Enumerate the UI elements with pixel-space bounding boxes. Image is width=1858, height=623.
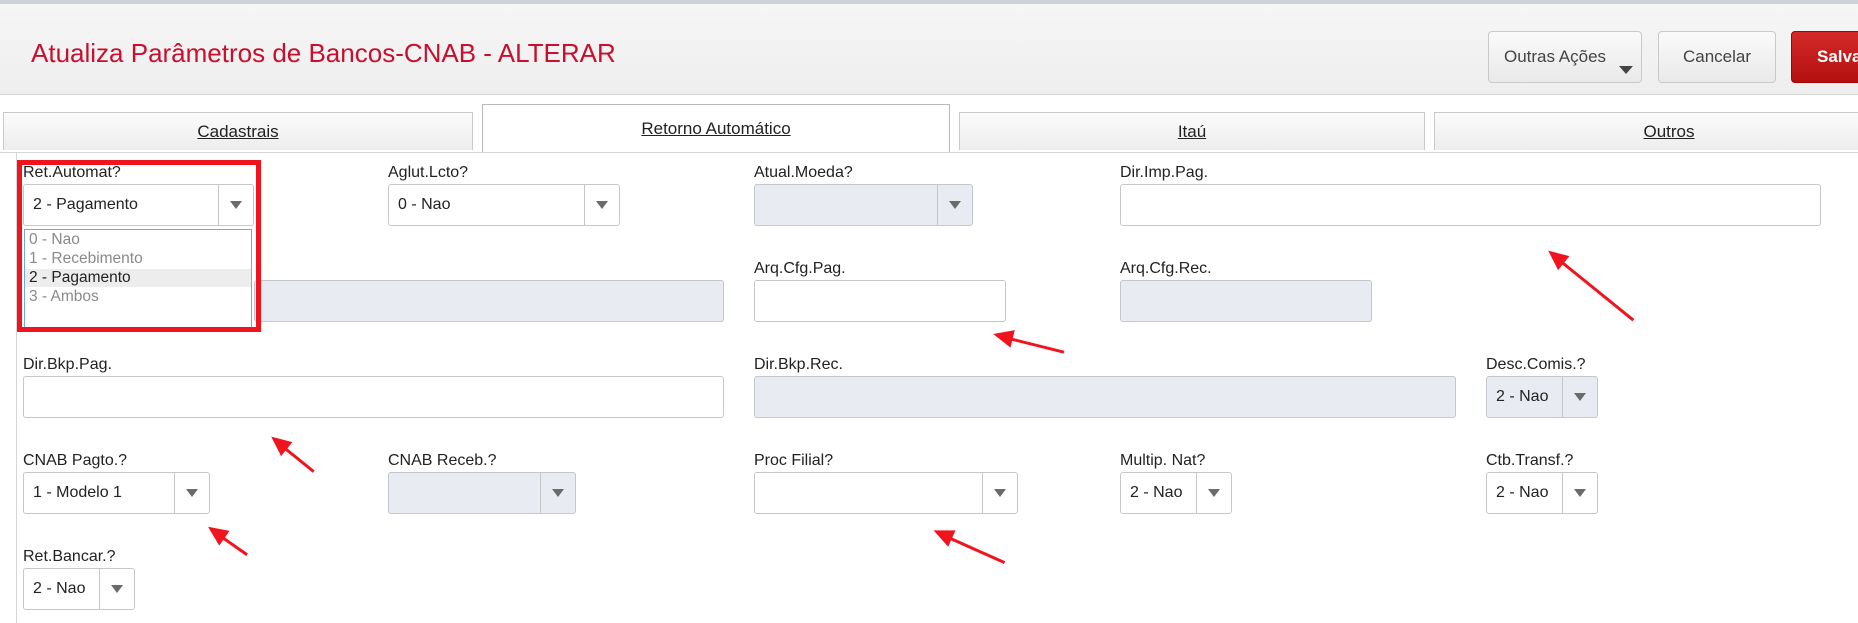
dropdown-option[interactable]: 3 - Ambos	[29, 288, 99, 306]
tab-retorno-automatico[interactable]: Retorno Automático	[482, 104, 950, 152]
dropdown-arrow-icon	[1562, 377, 1597, 417]
cnab-pagto-select[interactable]: 1 - Modelo 1	[23, 472, 210, 514]
ret-automat-value: 2 - Pagamento	[33, 196, 138, 213]
multip-nat-label: Multip. Nat?	[1120, 452, 1206, 469]
arq-cfg-rec-label: Arq.Cfg.Rec.	[1120, 260, 1212, 277]
tab-outros[interactable]: Outros	[1434, 112, 1858, 150]
cnab-receb-select	[388, 472, 576, 514]
annotation-arrow-icon	[1550, 252, 1635, 322]
atual-moeda-select	[754, 184, 973, 226]
dropdown-arrow-icon[interactable]	[99, 569, 134, 609]
panel-top-border	[0, 152, 1858, 153]
aglut-lcto-select[interactable]: 0 - Nao	[388, 184, 620, 226]
dropdown-arrow-icon[interactable]	[584, 185, 619, 225]
arq-cfg-pag-input[interactable]	[754, 280, 1006, 322]
row2-disabled-input	[254, 280, 724, 322]
cancel-button[interactable]: Cancelar	[1658, 31, 1776, 83]
ctb-transf-value: 2 - Nao	[1496, 484, 1549, 501]
page-header: Atualiza Parâmetros de Bancos-CNAB - ALT…	[0, 4, 1858, 95]
tab-itau[interactable]: Itaú	[959, 112, 1425, 150]
cnab-receb-label: CNAB Receb.?	[388, 452, 497, 469]
dir-bkp-pag-input[interactable]	[23, 376, 724, 418]
ret-bancar-select[interactable]: 2 - Nao	[23, 568, 135, 610]
aglut-lcto-label: Aglut.Lcto?	[388, 164, 469, 181]
cnab-pagto-label: CNAB Pagto.?	[23, 452, 128, 469]
desc-comis-label: Desc.Comis.?	[1486, 356, 1586, 373]
ret-bancar-label: Ret.Bancar.?	[23, 548, 116, 565]
atual-moeda-label: Atual.Moeda?	[754, 164, 853, 181]
ret-bancar-value: 2 - Nao	[33, 580, 86, 597]
desc-comis-value: 2 - Nao	[1496, 388, 1549, 405]
annotation-arrow-icon	[996, 334, 1065, 354]
dir-bkp-rec-input	[754, 376, 1456, 418]
dropdown-arrow-icon[interactable]	[982, 473, 1017, 513]
tab-cadastrais[interactable]: Cadastrais	[3, 112, 473, 150]
dropdown-arrow-icon[interactable]	[1196, 473, 1231, 513]
arq-cfg-rec-input	[1120, 280, 1372, 322]
ret-automat-select[interactable]: 2 - Pagamento	[23, 184, 254, 226]
arq-cfg-pag-label: Arq.Cfg.Pag.	[754, 260, 846, 277]
multip-nat-select[interactable]: 2 - Nao	[1120, 472, 1232, 514]
dropdown-arrow-icon[interactable]	[174, 473, 209, 513]
multip-nat-value: 2 - Nao	[1130, 484, 1183, 501]
dir-imp-pag-input[interactable]	[1120, 184, 1821, 226]
proc-filial-select[interactable]	[754, 472, 1018, 514]
more-actions-label: Outras Ações	[1503, 47, 1607, 66]
desc-comis-select: 2 - Nao	[1486, 376, 1598, 418]
ret-automat-label: Ret.Automat?	[23, 164, 121, 181]
tab-label: Cadastrais	[197, 121, 279, 141]
tab-label: Retorno Automático	[641, 118, 791, 138]
tab-bar: Cadastrais Retorno Automático Itaú Outro…	[0, 104, 1858, 154]
tab-label: Itaú	[1177, 121, 1207, 141]
dropdown-arrow-icon[interactable]	[1562, 473, 1597, 513]
dropdown-option[interactable]: 0 - Nao	[29, 231, 80, 249]
annotation-arrow-icon	[936, 531, 1006, 564]
aglut-lcto-value: 0 - Nao	[398, 196, 451, 213]
tab-label: Outros	[1643, 121, 1695, 141]
caret-down-icon	[1619, 66, 1633, 74]
dir-imp-pag-label: Dir.Imp.Pag.	[1120, 164, 1209, 181]
dropdown-option-selected[interactable]: 2 - Pagamento	[25, 269, 251, 287]
more-actions-button[interactable]: Outras Ações	[1488, 31, 1642, 83]
save-button[interactable]: Salvar	[1791, 31, 1858, 83]
ret-automat-dropdown-list: 0 - Nao 1 - Recebimento 2 - Pagamento 3 …	[24, 229, 252, 328]
page-title: Atualiza Parâmetros de Bancos-CNAB - ALT…	[31, 38, 616, 68]
ctb-transf-select[interactable]: 2 - Nao	[1486, 472, 1598, 514]
cnab-pagto-value: 1 - Modelo 1	[33, 484, 122, 501]
ctb-transf-label: Ctb.Transf.?	[1486, 452, 1574, 469]
dropdown-arrow-icon	[540, 473, 575, 513]
panel-left-border	[16, 152, 17, 623]
annotation-arrow-icon	[273, 438, 315, 473]
dir-bkp-pag-label: Dir.Bkp.Pag.	[23, 356, 112, 373]
dropdown-arrow-icon[interactable]	[218, 185, 253, 225]
dropdown-arrow-icon	[937, 185, 972, 225]
proc-filial-label: Proc Filial?	[754, 452, 834, 469]
annotation-arrow-icon	[210, 528, 248, 556]
dir-bkp-rec-label: Dir.Bkp.Rec.	[754, 356, 843, 373]
dropdown-option[interactable]: 1 - Recebimento	[29, 250, 143, 268]
